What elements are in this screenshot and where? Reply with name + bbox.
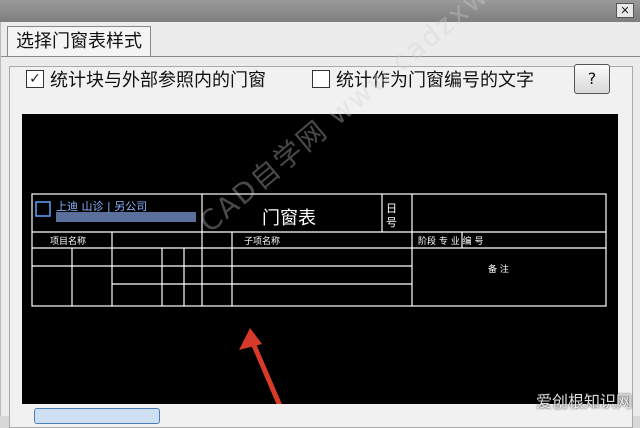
count-blocks-label: 统计块与外部参照内的门窗	[50, 70, 266, 91]
window-titlebar: ✕	[0, 0, 640, 22]
ok-button[interactable]	[34, 408, 160, 424]
help-button[interactable]: ?	[574, 64, 610, 94]
close-icon[interactable]: ✕	[616, 3, 634, 18]
preview-right-char-2: 号	[386, 216, 397, 229]
count-blocks-checkbox[interactable]: ✓	[26, 70, 44, 88]
preview-row3-note: 备 注	[488, 263, 509, 275]
watermark-corner: 爱创根知识网	[535, 392, 632, 411]
count-blocks-option[interactable]: ✓ 统计块与外部参照内的门窗	[26, 66, 266, 92]
preview-row2-mid: 子项名称	[244, 235, 280, 247]
company-text: 上迪 山诊 | 另公司	[56, 199, 147, 213]
tab-divider	[1, 56, 640, 57]
company-name-bar	[56, 212, 196, 222]
preview-table-title: 门窗表	[262, 208, 316, 229]
red-arrow-icon	[239, 328, 262, 350]
preview-row2-left: 项目名称	[50, 235, 86, 247]
preview-right-char-1: 日	[386, 202, 397, 215]
preview-drawing: 上迪 山诊 | 另公司 门窗表 日 号 项目名称 子项名称 阶段 专 业 编 号…	[31, 193, 607, 404]
tab-door-window-style[interactable]: 选择门窗表样式	[7, 26, 151, 57]
company-logo-icon	[35, 201, 51, 217]
red-arrow-shaft	[247, 335, 282, 404]
preview-row2-right: 阶段 专 业 编 号	[418, 235, 483, 247]
count-text-checkbox[interactable]	[312, 70, 330, 88]
table-style-preview: 上迪 山诊 | 另公司 门窗表 日 号 项目名称 子项名称 阶段 专 业 编 号…	[22, 114, 618, 404]
